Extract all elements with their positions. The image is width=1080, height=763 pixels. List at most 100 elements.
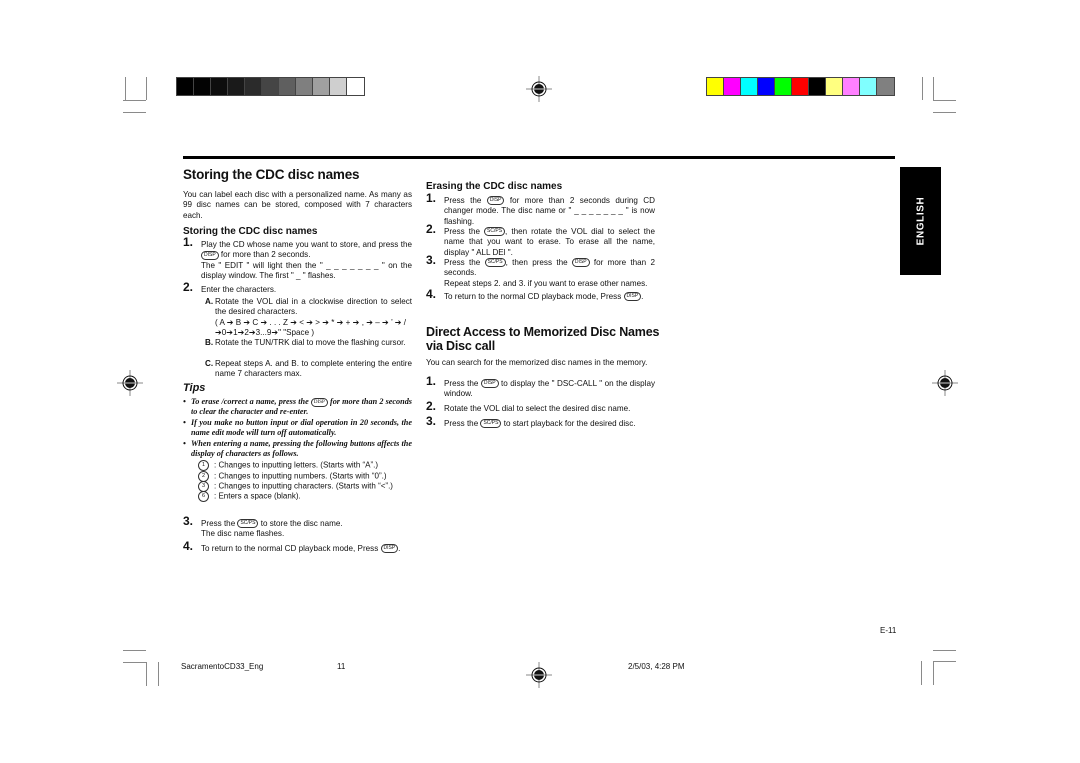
- grayscale-swatch: [313, 78, 330, 95]
- section-title: Storing the CDC disc names: [183, 167, 360, 182]
- character-sequence-cont: ➔0➔1➔2➔3...9➔" "Space ): [215, 328, 315, 337]
- tips-heading: Tips: [183, 382, 206, 394]
- erase-step-2: 2. Press the SC/PS, then rotate the VOL …: [426, 222, 655, 258]
- step-text: Enter the characters.: [201, 285, 277, 294]
- step-text: Rotate the VOL dial to select the desire…: [444, 404, 631, 413]
- step-4: 4. To return to the normal CD playback m…: [183, 539, 433, 554]
- grayscale-swatch: [296, 78, 313, 95]
- substep-c: C. Repeat steps A. and B. to complete en…: [205, 359, 412, 380]
- substep-text: Rotate the TUN/TRK dial to move the flas…: [215, 338, 406, 347]
- color-swatch: [724, 78, 741, 95]
- page-number: E-11: [880, 626, 897, 635]
- registration-crosshair-icon: [526, 76, 552, 102]
- grayscale-swatch: [330, 78, 347, 95]
- substep-label: A.: [205, 297, 214, 306]
- erase-heading: Erasing the CDC disc names: [426, 181, 563, 192]
- disp-button-icon: DISP: [380, 544, 399, 554]
- preset-button-icon: 1: [198, 460, 209, 471]
- erase-step-1: 1. Press the DISP for more than 2 second…: [426, 192, 655, 227]
- header-rule: [183, 156, 895, 159]
- step-text: Press the SC/PS, then rotate the VOL dia…: [444, 227, 655, 257]
- step-text: To return to the normal CD playback mode…: [444, 292, 644, 302]
- color-swatch: [809, 78, 826, 95]
- color-swatch: [877, 78, 894, 95]
- erase-step-4: 4. To return to the normal CD playback m…: [426, 288, 666, 302]
- step-number: 1.: [426, 374, 437, 388]
- step-3: 3. Press the SC/PS to store the disc nam…: [183, 514, 423, 540]
- intro-paragraph: You can label each disc with a personali…: [183, 190, 412, 220]
- disp-button-icon: DISP: [486, 196, 505, 206]
- footer-page: 11: [337, 662, 346, 671]
- step-number: 2.: [426, 222, 437, 236]
- color-swatch: [707, 78, 724, 95]
- crop-mark: [125, 77, 126, 100]
- disp-button-icon: DISP: [310, 397, 328, 407]
- footer-filename: SacramentoCD33_Eng: [181, 662, 264, 671]
- step-text: Press the SC/PS to store the disc name.: [201, 519, 343, 529]
- substep-b: B. Rotate the TUN/TRK dial to move the f…: [205, 338, 412, 348]
- substep-label: C.: [205, 359, 214, 368]
- tip-item: • If you make no button input or dial op…: [183, 418, 412, 438]
- step-note: The " EDIT " will light then the " _ _ _…: [201, 260, 412, 281]
- substep-text: Rotate the VOL dial in a clockwise direc…: [215, 297, 412, 317]
- tip-item: • To erase /correct a name, press the DI…: [183, 397, 412, 417]
- grayscale-swatch: [194, 78, 211, 95]
- disp-button-icon: DISP: [480, 379, 499, 389]
- color-swatch: [860, 78, 877, 95]
- scps-button-icon: SC/PS: [237, 519, 259, 529]
- step-text: Play the CD whose name you want to store…: [201, 240, 412, 260]
- crop-mark: [158, 662, 159, 686]
- step-note: The disc name flashes.: [201, 529, 285, 539]
- step-number: 2.: [426, 399, 437, 413]
- step-number: 3.: [183, 514, 194, 528]
- language-tab: ENGLISH: [900, 167, 941, 275]
- key-row: 6: Enters a space (blank).: [198, 491, 301, 502]
- tip-item: • When entering a name, pressing the fol…: [183, 439, 412, 459]
- crop-mark: [146, 662, 147, 686]
- step-note: Repeat steps 2. and 3. if you want to er…: [444, 278, 648, 288]
- grayscale-registration-bar: [176, 77, 365, 96]
- color-swatch: [843, 78, 860, 95]
- scps-button-icon: SC/PS: [480, 419, 502, 429]
- step-number: 3.: [426, 414, 437, 428]
- direct-step-3: 3. Press the SC/PS to start playback for…: [426, 414, 666, 429]
- grayscale-swatch: [177, 78, 194, 95]
- substep-a: A. Rotate the VOL dial in a clockwise di…: [205, 297, 412, 328]
- crop-mark: [123, 112, 146, 113]
- character-sequence: ( A ➔ B ➔ C ➔ . . . Z ➔ < ➔ > ➔ * ➔ + ➔ …: [215, 317, 407, 327]
- step-text: Press the DISP for more than 2 seconds d…: [444, 196, 655, 226]
- step-text: Press the SC/PS, then press the DISP for…: [444, 258, 655, 278]
- crop-mark: [933, 661, 934, 685]
- subsection-heading: Storing the CDC disc names: [183, 226, 318, 237]
- step-number: 4.: [183, 539, 194, 553]
- grayscale-swatch: [211, 78, 228, 95]
- preset-button-icon: 6: [198, 491, 209, 502]
- step-text: Press the SC/PS to start playback for th…: [444, 419, 636, 429]
- color-swatch: [741, 78, 758, 95]
- registration-crosshair-icon: [117, 370, 143, 396]
- disp-button-icon: DISP: [571, 258, 590, 268]
- step-number: 2.: [183, 280, 194, 294]
- direct-access-title: Direct Access to Memorized Disc Names vi…: [426, 325, 660, 353]
- grayscale-swatch: [279, 78, 296, 95]
- direct-step-2: 2. Rotate the VOL dial to select the des…: [426, 399, 666, 414]
- crop-mark: [933, 77, 934, 100]
- disp-button-icon: DISP: [623, 292, 642, 302]
- color-swatch: [775, 78, 792, 95]
- grayscale-swatch: [228, 78, 245, 95]
- substep-text: Repeat steps A. and B. to complete enter…: [215, 359, 412, 379]
- language-tab-label: ENGLISH: [915, 196, 926, 246]
- step-text: To return to the normal CD playback mode…: [201, 544, 401, 554]
- color-swatch: [758, 78, 775, 95]
- registration-crosshair-icon: [932, 370, 958, 396]
- scps-button-icon: SC/PS: [484, 258, 506, 268]
- crop-mark: [921, 661, 922, 685]
- step-text: Press the DISP to display the " DSC-CALL…: [444, 379, 655, 399]
- direct-access-intro: You can search for the memorized disc na…: [426, 358, 648, 367]
- crop-mark: [123, 662, 146, 663]
- substep-label: B.: [205, 338, 214, 347]
- disp-button-icon: DISP: [201, 250, 219, 260]
- crop-mark: [933, 650, 956, 651]
- key-row: 1: Changes to inputting letters. (Starts…: [198, 460, 378, 471]
- erase-step-3: 3. Press the SC/PS, then press the DISP …: [426, 254, 655, 289]
